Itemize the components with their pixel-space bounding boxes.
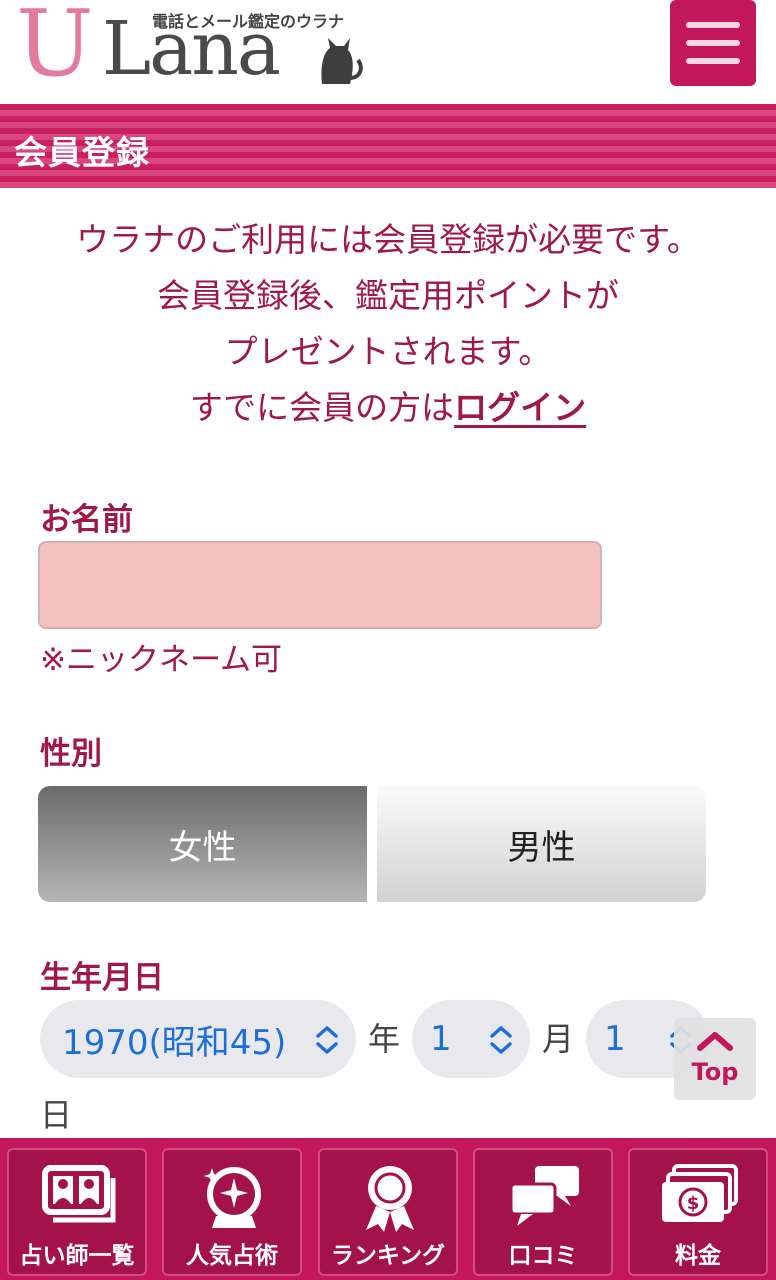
- money-icon: $: [662, 1164, 738, 1222]
- birth-day-value: 1: [604, 1019, 626, 1059]
- bottom-nav: 占い師一覧 人気占術 ランキング 口コミ $ 料金: [0, 1138, 776, 1280]
- intro-line-3: プレゼントされます。: [224, 332, 552, 371]
- month-unit: 月: [542, 1020, 575, 1058]
- nav-label: 料金: [675, 1243, 721, 1269]
- logo-letter-u: U: [16, 0, 94, 97]
- intro-line-2: 会員登録後、鑑定用ポイントが: [157, 276, 619, 315]
- gender-male-button[interactable]: 男性: [377, 786, 706, 902]
- gender-label: 性別: [40, 736, 102, 772]
- page-title: 会員登録: [14, 133, 150, 172]
- gender-female-button[interactable]: 女性: [38, 786, 367, 902]
- nav-label: 人気占術: [186, 1243, 278, 1269]
- nav-item-reviews[interactable]: 口コミ: [473, 1148, 613, 1276]
- nav-label: ランキング: [330, 1243, 446, 1269]
- back-to-top-button[interactable]: Top: [674, 1018, 756, 1100]
- svg-text:$: $: [687, 1193, 700, 1214]
- header: U Lana 電話とメール鑑定のウラナ: [0, 0, 776, 102]
- back-to-top-label: Top: [691, 1058, 739, 1086]
- menu-bar-icon: [686, 40, 740, 46]
- birth-month-select[interactable]: 1: [412, 1000, 530, 1078]
- menu-bar-icon: [686, 22, 740, 28]
- hamburger-menu-button[interactable]: [670, 0, 756, 86]
- section-title-bar: 会員登録: [0, 102, 776, 188]
- nav-item-fortune-tellers[interactable]: 占い師一覧: [7, 1148, 147, 1276]
- chevron-up-icon: [697, 1032, 733, 1051]
- intro-line-4-prefix: すでに会員の方は: [189, 388, 455, 427]
- nickname-hint: ※ニックネーム可: [40, 642, 283, 678]
- birth-year-select[interactable]: 1970(昭和45): [40, 1000, 356, 1078]
- reviews-chat-icon: [509, 1166, 579, 1226]
- crystal-ball-icon: [204, 1167, 261, 1228]
- day-unit: 日: [40, 1096, 73, 1134]
- birth-month-value: 1: [430, 1019, 452, 1059]
- nav-item-ranking[interactable]: ランキング: [318, 1148, 458, 1276]
- cat-icon: [321, 38, 363, 84]
- nav-label: 占い師一覧: [19, 1243, 135, 1269]
- nav-item-pricing[interactable]: $ 料金: [628, 1148, 768, 1276]
- intro-line-1: ウラナのご利用には会員登録が必要です。: [76, 220, 700, 259]
- chevron-up-down-icon: [316, 1026, 338, 1054]
- intro-text: ウラナのご利用には会員登録が必要です。 会員登録後、鑑定用ポイントが プレゼント…: [0, 212, 776, 436]
- chevron-up-down-icon: [490, 1026, 512, 1054]
- fortune-tellers-icon: [42, 1165, 116, 1223]
- login-link[interactable]: ログイン: [454, 388, 586, 427]
- gender-selector: 女性 男性: [38, 786, 706, 902]
- logo-tagline: 電話とメール鑑定のウラナ: [152, 12, 345, 31]
- intro-line-4: すでに会員の方はログイン: [0, 380, 776, 436]
- nav-label: 口コミ: [508, 1243, 578, 1269]
- ranking-medal-icon: [366, 1166, 414, 1232]
- birthday-label: 生年月日: [40, 960, 164, 996]
- name-label: お名前: [40, 502, 133, 538]
- name-input[interactable]: [38, 541, 602, 629]
- birth-year-value: 1970(昭和45): [62, 1022, 287, 1063]
- nav-item-popular-divination[interactable]: 人気占術: [162, 1148, 302, 1276]
- year-unit: 年: [368, 1020, 401, 1058]
- menu-bar-icon: [686, 58, 740, 64]
- ulana-logo[interactable]: U Lana 電話とメール鑑定のウラナ: [16, 0, 363, 96]
